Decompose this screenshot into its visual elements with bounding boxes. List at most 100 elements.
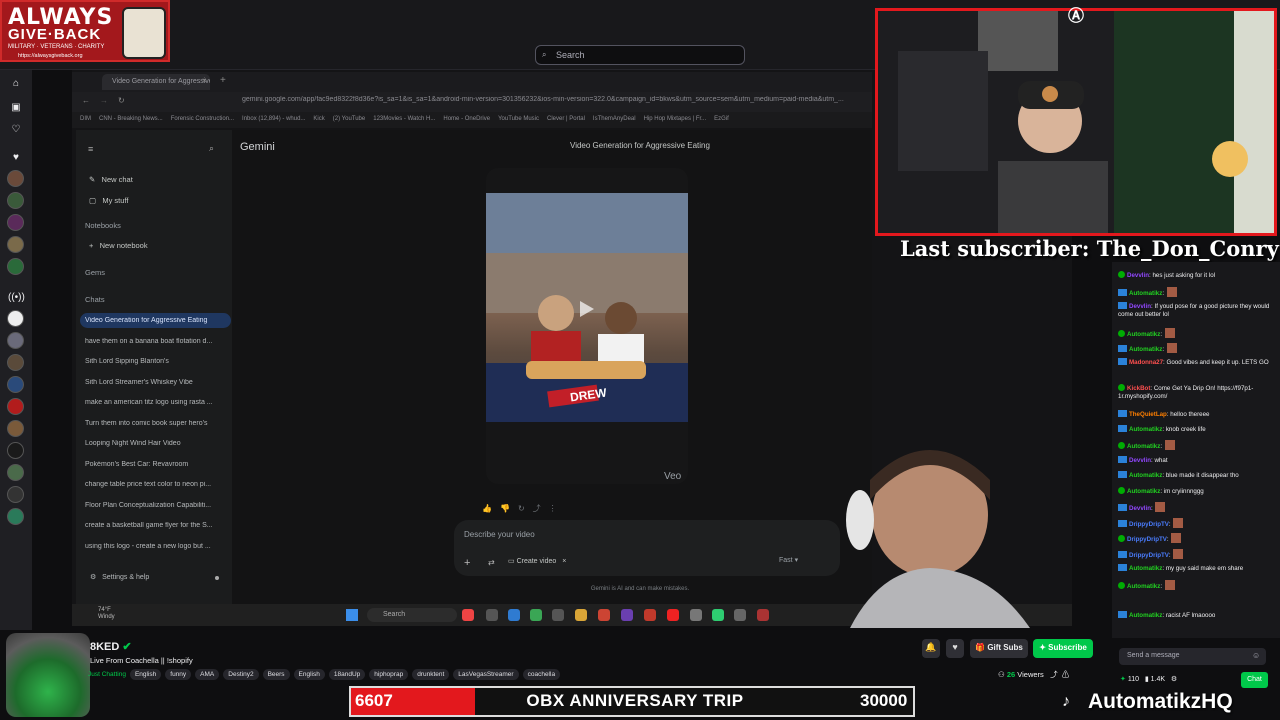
close-chip-icon[interactable]: × bbox=[562, 558, 566, 565]
taskbar-app-icon[interactable] bbox=[486, 609, 498, 621]
bookmark-item[interactable]: Hip Hop Mixtapes | Fr... bbox=[644, 116, 707, 122]
chat-username[interactable]: DrippyDripTV bbox=[1129, 521, 1169, 528]
chat-history-item[interactable]: Video Generation for Aggressive Eating bbox=[85, 317, 229, 324]
forward-icon[interactable]: → bbox=[100, 96, 108, 105]
bookmark-item[interactable]: DIM bbox=[80, 116, 91, 122]
notebooks-heading[interactable]: Notebooks bbox=[85, 221, 121, 230]
chat-username[interactable]: Automatikz bbox=[1129, 426, 1162, 433]
browse-icon[interactable]: ▣ bbox=[8, 100, 24, 116]
chat-username[interactable]: Automatikz bbox=[1127, 331, 1160, 338]
taskbar-app-icon[interactable] bbox=[462, 609, 474, 621]
report-icon[interactable]: ⚠ bbox=[1062, 670, 1070, 679]
menu-icon[interactable]: ≡ bbox=[88, 144, 93, 154]
channel-avatar[interactable] bbox=[7, 486, 24, 503]
taskbar-app-icon[interactable] bbox=[712, 609, 724, 621]
stream-tag[interactable]: AMA bbox=[195, 669, 220, 680]
channel-avatar[interactable] bbox=[7, 354, 24, 371]
more-icon[interactable]: ⋮ bbox=[549, 504, 565, 513]
chat-username[interactable]: Automatikz bbox=[1129, 565, 1162, 572]
prompt-input[interactable]: Describe your video bbox=[464, 530, 535, 539]
stream-tag[interactable]: funny bbox=[165, 669, 192, 680]
chat-username[interactable]: Automatikz bbox=[1129, 346, 1162, 353]
stream-category[interactable]: Just Chatting bbox=[88, 671, 126, 678]
chat-username[interactable]: Devvlin bbox=[1129, 457, 1151, 464]
reload-icon[interactable]: ↻ bbox=[118, 96, 125, 105]
url-field[interactable]: gemini.google.com/app/fac9ed8322f8d36e?i… bbox=[242, 96, 862, 109]
channel-avatar[interactable] bbox=[7, 398, 24, 415]
chat-username[interactable]: Automatikz bbox=[1129, 290, 1162, 297]
chat-username[interactable]: Devvlin bbox=[1129, 505, 1151, 512]
bookmark-item[interactable]: Inbox (12,894) - whud... bbox=[242, 116, 305, 122]
chat-username[interactable]: Devvlin bbox=[1129, 303, 1151, 310]
channel-avatar-large[interactable] bbox=[6, 633, 90, 717]
taskbar-app-icon[interactable] bbox=[644, 609, 656, 621]
tools-icon[interactable]: ⇄ bbox=[488, 558, 495, 567]
chat-username[interactable]: Madonna27 bbox=[1129, 359, 1163, 366]
chat-send-button[interactable]: Chat bbox=[1241, 672, 1268, 688]
create-video-chip[interactable]: ▭ Create video × bbox=[508, 555, 584, 569]
channel-name[interactable]: 8KED ✔ bbox=[90, 640, 132, 653]
edge-icon[interactable] bbox=[508, 609, 520, 621]
folder-icon[interactable] bbox=[575, 609, 587, 621]
chat-history-item[interactable]: create a basketball game flyer for the S… bbox=[85, 522, 229, 529]
taskbar-search[interactable]: Search bbox=[367, 608, 457, 622]
chat-username[interactable]: Automatikz bbox=[1129, 612, 1162, 619]
chat-history-item[interactable]: Sith Lord Sipping Blanton's bbox=[85, 358, 229, 365]
new-notebook-button[interactable]: + New notebook bbox=[89, 241, 148, 250]
chat-username[interactable]: DrippyDripTV bbox=[1129, 552, 1169, 559]
share-icon[interactable]: ⤴ bbox=[1050, 670, 1058, 679]
share-icon[interactable]: ⤴ bbox=[533, 504, 549, 513]
followed-icon[interactable]: ♥ bbox=[8, 150, 24, 166]
stream-tag[interactable]: drunktent bbox=[412, 669, 450, 680]
emote-picker-icon[interactable]: ☺ bbox=[1252, 651, 1260, 660]
stream-tag[interactable]: Beers bbox=[262, 669, 290, 680]
chat-username[interactable]: Automatikz bbox=[1127, 488, 1160, 495]
chat-history-item[interactable]: Sith Lord Streamer's Whiskey Vibe bbox=[85, 379, 229, 386]
stream-tag[interactable]: LasVegasStreamer bbox=[453, 669, 519, 680]
close-tab-icon[interactable]: × bbox=[202, 76, 207, 85]
follow-heart-button[interactable]: ♥ bbox=[946, 639, 964, 658]
bookmark-item[interactable]: IsThemAnyDeal bbox=[593, 116, 636, 122]
stream-tag[interactable]: English bbox=[293, 669, 325, 680]
taskbar-app-icon[interactable] bbox=[598, 609, 610, 621]
chat-username[interactable]: Automatikz bbox=[1129, 472, 1162, 479]
chat-history-item[interactable]: Pokémon's Best Car: Revavroom bbox=[85, 461, 229, 468]
generated-video[interactable]: DREW bbox=[486, 193, 688, 422]
chat-history-item[interactable]: Looping Night Wind Hair Video bbox=[85, 440, 229, 447]
channel-avatar[interactable] bbox=[7, 332, 24, 349]
chat-username[interactable]: KickBot bbox=[1127, 385, 1150, 392]
regenerate-icon[interactable]: ↻ bbox=[518, 504, 533, 513]
weather-widget[interactable]: 74°F Windy bbox=[98, 607, 115, 621]
channel-avatar[interactable] bbox=[7, 170, 24, 187]
response-actions[interactable]: 👍👎↻⤴⋮ bbox=[482, 503, 565, 514]
chat-username[interactable]: TheQuietLap bbox=[1129, 411, 1167, 418]
bookmark-item[interactable]: CNN - Breaking News... bbox=[99, 116, 163, 122]
taskbar-app-icon[interactable] bbox=[757, 609, 769, 621]
windows-start-icon[interactable] bbox=[346, 609, 358, 621]
channel-avatar[interactable] bbox=[7, 464, 24, 481]
bookmark-item[interactable]: (2) YouTube bbox=[333, 116, 365, 122]
browser-tab-active[interactable]: Video Generation for Aggressive Eating bbox=[102, 74, 210, 90]
channel-avatar[interactable] bbox=[7, 508, 24, 525]
settings-icon[interactable] bbox=[690, 609, 702, 621]
chat-input[interactable]: Send a message bbox=[1119, 648, 1266, 665]
taskbar-app-icon[interactable] bbox=[552, 609, 564, 621]
chat-history-item[interactable]: using this logo - create a new logo but … bbox=[85, 543, 229, 550]
chat-username[interactable]: DrippyDripTV bbox=[1127, 536, 1167, 543]
stream-tag[interactable]: coachella bbox=[522, 669, 561, 680]
taskbar-app-icon[interactable] bbox=[734, 609, 746, 621]
taskbar-app-icon[interactable] bbox=[621, 609, 633, 621]
new-tab-icon[interactable]: + bbox=[220, 75, 226, 86]
chat-history-item[interactable]: change table price text color to neon pi… bbox=[85, 481, 229, 488]
heart-icon[interactable]: ♡ bbox=[8, 122, 24, 138]
chat-username[interactable]: Automatikz bbox=[1127, 443, 1160, 450]
stream-tag[interactable]: Destiny2 bbox=[223, 669, 259, 680]
chat-history-item[interactable]: Turn them into comic book super hero's bbox=[85, 420, 229, 427]
channel-avatar[interactable] bbox=[7, 442, 24, 459]
new-chat-button[interactable]: ✎ New chat bbox=[89, 175, 133, 184]
chat-username[interactable]: Devvlin bbox=[1127, 272, 1149, 279]
mode-selector[interactable]: Fast ▾ bbox=[779, 556, 798, 564]
bookmark-item[interactable]: 123Movies - Watch H... bbox=[373, 116, 435, 122]
my-stuff-button[interactable]: ▢ My stuff bbox=[89, 196, 128, 205]
channel-avatar[interactable] bbox=[7, 236, 24, 253]
